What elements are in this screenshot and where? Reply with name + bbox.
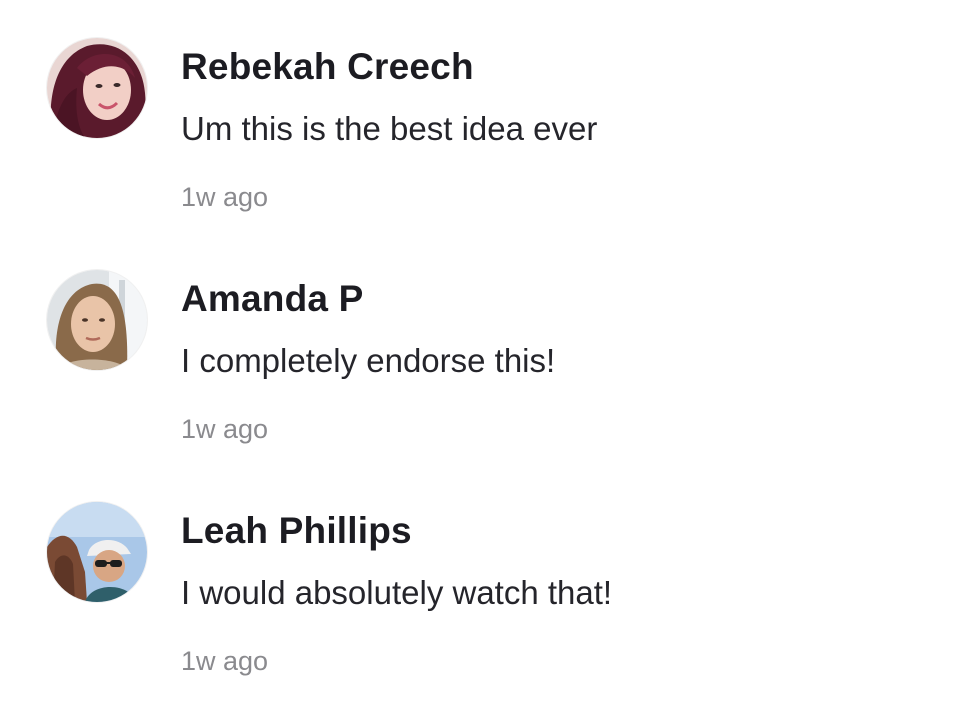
comment-author[interactable]: Leah Phillips <box>181 510 412 552</box>
comment-item: Rebekah Creech Um this is the best idea … <box>0 38 980 258</box>
comment-list: Rebekah Creech Um this is the best idea … <box>0 0 980 717</box>
comment-item: Leah Phillips I would absolutely watch t… <box>0 502 980 722</box>
comment-author[interactable]: Rebekah Creech <box>181 46 474 88</box>
avatar-photo-icon <box>47 502 147 602</box>
avatar-photo-icon <box>47 38 147 138</box>
avatar[interactable] <box>47 270 147 370</box>
comment-timestamp: 1w ago <box>181 646 269 676</box>
avatar[interactable] <box>47 502 147 602</box>
comment-timestamp: 1w ago <box>181 182 269 212</box>
comment-timestamp: 1w ago <box>181 414 269 444</box>
comment-item: Amanda P I completely endorse this! 1w a… <box>0 270 980 490</box>
comment-text: I would absolutely watch that! <box>181 574 613 611</box>
comment-text: Um this is the best idea ever <box>181 110 598 147</box>
comment-author[interactable]: Amanda P <box>181 278 364 320</box>
avatar-photo-icon <box>47 270 147 370</box>
avatar[interactable] <box>47 38 147 138</box>
comment-text: I completely endorse this! <box>181 342 556 379</box>
